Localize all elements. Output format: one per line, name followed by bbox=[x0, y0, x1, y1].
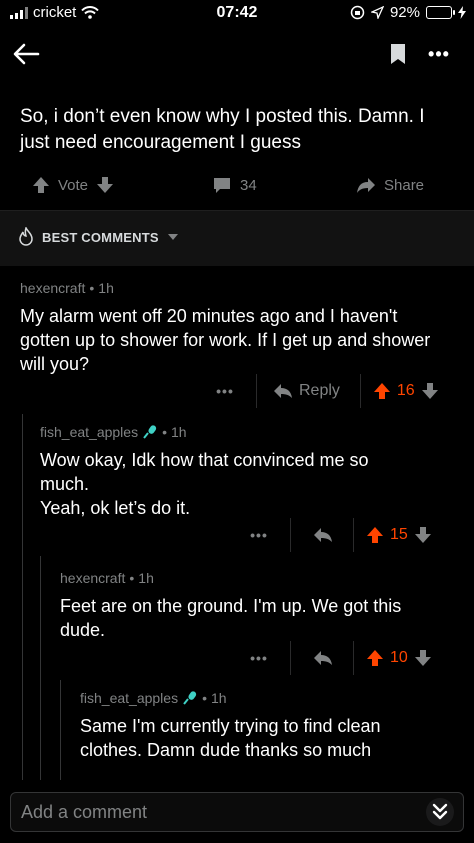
comment: fish_eat_apples • 1h Wow okay, Idk how t… bbox=[40, 424, 400, 520]
more-options-icon[interactable]: ••• bbox=[244, 650, 274, 666]
reply-button[interactable]: Reply bbox=[273, 382, 340, 400]
comment: hexencraft • 1h Feet are on the ground. … bbox=[60, 570, 420, 642]
reply-arrow-icon bbox=[314, 528, 332, 542]
reply-arrow-icon bbox=[314, 651, 332, 665]
location-icon bbox=[370, 6, 384, 19]
add-comment-field[interactable]: Add a comment bbox=[10, 792, 464, 832]
microphone-flair-icon bbox=[183, 691, 197, 705]
comment-actions: ••• 15 bbox=[244, 518, 432, 552]
comment-age: 1h bbox=[138, 570, 154, 586]
vote-score: 15 bbox=[390, 526, 408, 543]
comment-age: 1h bbox=[98, 280, 114, 296]
more-options-icon[interactable]: ••• bbox=[244, 527, 274, 543]
battery-icon bbox=[426, 6, 455, 19]
back-arrow-icon[interactable] bbox=[10, 38, 42, 70]
comment-author[interactable]: hexencraft bbox=[60, 570, 125, 586]
rotation-lock-icon bbox=[350, 5, 365, 20]
next-comment-chevron-icon[interactable] bbox=[425, 797, 455, 827]
comment: fish_eat_apples • 1h Same I'm currently … bbox=[80, 690, 430, 762]
comment-author[interactable]: fish_eat_apples bbox=[80, 690, 178, 706]
more-options-icon[interactable]: ••• bbox=[424, 42, 454, 66]
vote-label: Vote bbox=[58, 176, 89, 194]
downvote-icon[interactable] bbox=[96, 176, 114, 194]
comment-placeholder: Add a comment bbox=[21, 802, 148, 822]
share-arrow-icon bbox=[357, 178, 375, 193]
comment-actions: ••• Reply 16 bbox=[210, 374, 439, 408]
share-label: Share bbox=[384, 176, 425, 194]
downvote-icon[interactable] bbox=[414, 526, 432, 544]
reply-button[interactable] bbox=[313, 527, 333, 543]
flame-icon bbox=[19, 227, 33, 246]
comment-text: Feet are on the ground. I'm up. We got t… bbox=[60, 596, 402, 640]
comment-author[interactable]: hexencraft bbox=[20, 280, 85, 296]
comment-age: 1h bbox=[170, 424, 187, 440]
charging-icon bbox=[458, 6, 466, 19]
comment-text: Same I'm currently trying to find clean … bbox=[80, 716, 381, 760]
downvote-icon[interactable] bbox=[421, 382, 439, 400]
comment-text: My alarm went off 20 minutes ago and I h… bbox=[20, 306, 431, 374]
microphone-flair-icon bbox=[143, 425, 157, 439]
chevron-down-icon bbox=[167, 234, 178, 240]
comment-count: 34 bbox=[240, 176, 257, 194]
thread-line bbox=[40, 556, 41, 784]
comment-text: Wow okay, Idk how that convinced me so m… bbox=[40, 450, 369, 518]
more-options-icon[interactable]: ••• bbox=[210, 383, 240, 399]
battery-percent: 92% bbox=[389, 4, 420, 21]
top-bar: ••• bbox=[0, 30, 474, 78]
comment-age: 1h bbox=[210, 690, 227, 706]
sort-label: BEST COMMENTS bbox=[42, 229, 159, 245]
bookmark-icon[interactable] bbox=[388, 42, 408, 66]
thread-line bbox=[60, 680, 61, 784]
share-button[interactable]: Share bbox=[356, 168, 424, 202]
downvote-icon[interactable] bbox=[414, 649, 432, 667]
comment-bubble-icon bbox=[214, 178, 230, 193]
post-actions: Vote 34 Share bbox=[0, 168, 474, 202]
comment: hexencraft • 1h My alarm went off 20 min… bbox=[20, 280, 450, 376]
post-body: So, i don’t even know why I posted this.… bbox=[20, 106, 425, 153]
reply-arrow-icon bbox=[274, 384, 292, 398]
reply-label: Reply bbox=[299, 382, 340, 399]
upvote-icon[interactable] bbox=[366, 526, 384, 544]
comment-actions: ••• 10 bbox=[244, 641, 432, 675]
vote-score: 10 bbox=[390, 649, 408, 666]
status-bar: cricket 07:42 92% bbox=[0, 0, 474, 30]
vote-control: Vote bbox=[32, 168, 114, 202]
upvote-icon[interactable] bbox=[373, 382, 391, 400]
comment-sort-bar[interactable]: BEST COMMENTS bbox=[0, 210, 474, 266]
comments-button[interactable]: 34 bbox=[212, 168, 257, 202]
thread-line bbox=[22, 414, 23, 784]
reply-button[interactable] bbox=[313, 650, 333, 666]
comment-author[interactable]: fish_eat_apples bbox=[40, 424, 138, 440]
upvote-icon[interactable] bbox=[32, 176, 50, 194]
vote-score: 16 bbox=[396, 382, 415, 399]
upvote-icon[interactable] bbox=[366, 649, 384, 667]
